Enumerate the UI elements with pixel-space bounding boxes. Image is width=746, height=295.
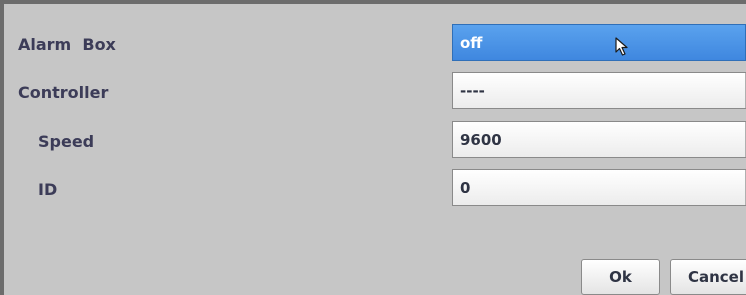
alarm-box-value: off xyxy=(460,34,483,52)
alarm-box-select[interactable]: off xyxy=(452,24,746,61)
controller-label: Controller xyxy=(18,83,109,102)
speed-select[interactable]: 9600 xyxy=(452,121,746,158)
speed-value: 9600 xyxy=(460,131,502,149)
controller-value: ---- xyxy=(460,82,485,100)
id-label: ID xyxy=(38,180,58,199)
alarm-settings-panel: Alarm Box off Controller ---- Speed 9600… xyxy=(0,0,746,295)
controller-select[interactable]: ---- xyxy=(452,72,746,109)
id-value: 0 xyxy=(460,179,471,197)
ok-button[interactable]: Ok xyxy=(581,259,660,295)
id-select[interactable]: 0 xyxy=(452,169,746,206)
cancel-button[interactable]: Cancel xyxy=(670,259,746,295)
alarm-box-label: Alarm Box xyxy=(18,35,116,54)
speed-label: Speed xyxy=(38,132,95,151)
mouse-pointer-icon xyxy=(615,37,628,56)
